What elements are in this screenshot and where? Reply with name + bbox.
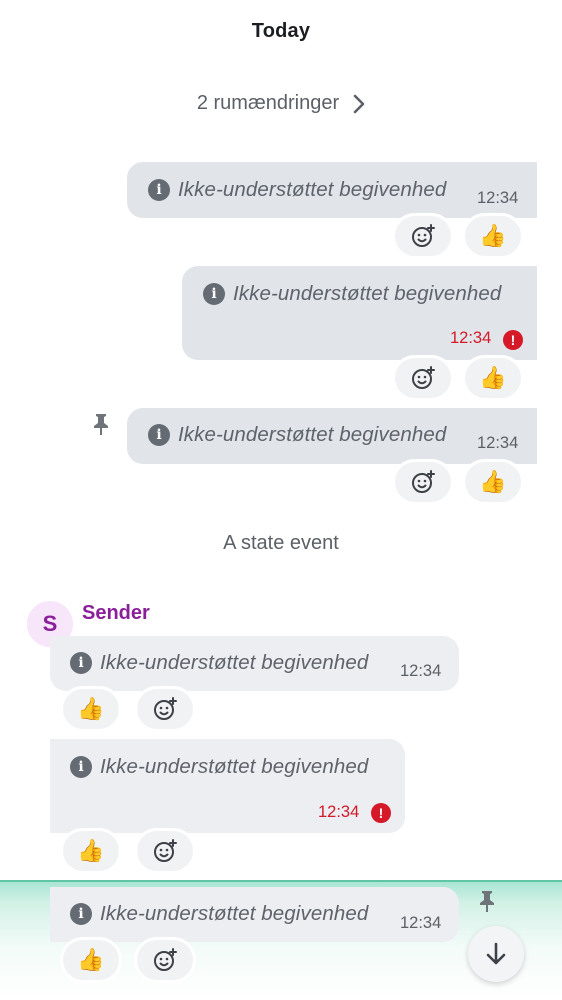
message-content: i Ikke-understøttet begivenhed <box>70 902 368 926</box>
add-reaction-icon <box>154 948 177 971</box>
info-icon: i <box>148 424 170 446</box>
thumbs-up-icon: 👍 <box>77 947 105 973</box>
message-content: i Ikke-understøttet begivenhed <box>148 423 446 447</box>
sender-name[interactable]: Sender <box>82 602 150 625</box>
message-timestamp: 12:34 <box>400 914 442 932</box>
scroll-to-bottom-button[interactable] <box>468 926 524 982</box>
reaction-thumbs-up[interactable]: 👍 <box>60 828 122 874</box>
thumbs-up-icon: 👍 <box>77 838 105 864</box>
info-icon: i <box>70 652 92 674</box>
add-reaction-icon <box>412 224 435 247</box>
add-reaction-button[interactable] <box>392 459 454 505</box>
reaction-thumbs-up[interactable]: 👍 <box>462 459 524 505</box>
message-content: i Ikke-understøttet begivenhed <box>70 755 368 779</box>
info-icon: i <box>70 756 92 778</box>
arrow-down-icon <box>486 942 506 965</box>
date-separator: Today <box>251 20 311 42</box>
message-content: i Ikke-understøttet begivenhed <box>148 178 446 202</box>
error-icon[interactable]: ! <box>371 803 391 823</box>
pin-icon <box>480 891 494 912</box>
pin-icon <box>94 414 108 435</box>
message-timestamp: 12:34 <box>477 434 519 452</box>
reaction-thumbs-up[interactable]: 👍 <box>60 686 122 732</box>
add-reaction-icon <box>412 366 435 389</box>
message-text: Ikke-understøttet begivenhed <box>233 282 502 305</box>
thumbs-up-icon: 👍 <box>77 696 105 722</box>
add-reaction-icon <box>412 470 435 493</box>
add-reaction-icon <box>154 839 177 862</box>
add-reaction-button[interactable] <box>134 828 196 874</box>
reaction-thumbs-up[interactable]: 👍 <box>462 355 524 401</box>
message-timestamp-error: 12:34 <box>318 803 360 821</box>
reaction-thumbs-up[interactable]: 👍 <box>60 937 122 983</box>
thumbs-up-icon: 👍 <box>479 469 507 495</box>
message-text: Ikke-understøttet begivenhed <box>178 178 447 201</box>
message-text: Ikke-understøttet begivenhed <box>100 755 369 778</box>
thumbs-up-icon: 👍 <box>479 223 507 249</box>
add-reaction-button[interactable] <box>134 937 196 983</box>
add-reaction-button[interactable] <box>392 355 454 401</box>
reaction-thumbs-up[interactable]: 👍 <box>462 213 524 259</box>
message-text: Ikke-understøttet begivenhed <box>100 902 369 925</box>
avatar-initial: S <box>42 611 58 636</box>
info-icon: i <box>203 283 225 305</box>
message-content: i Ikke-understøttet begivenhed <box>70 651 368 675</box>
room-changes-summary[interactable]: 2 rumændringer <box>0 92 562 115</box>
error-icon[interactable]: ! <box>503 330 523 350</box>
info-icon: i <box>70 903 92 925</box>
add-reaction-button[interactable] <box>134 686 196 732</box>
message-timestamp-error: 12:34 <box>450 329 492 347</box>
thumbs-up-icon: 👍 <box>479 365 507 391</box>
message-text: Ikke-understøttet begivenhed <box>100 651 369 674</box>
state-event-label: A state event <box>223 532 339 554</box>
room-changes-label: 2 rumændringer <box>196 92 340 114</box>
add-reaction-button[interactable] <box>392 213 454 259</box>
message-timestamp: 12:34 <box>400 662 442 680</box>
chevron-right-icon <box>353 94 365 113</box>
message-text: Ikke-understøttet begivenhed <box>178 423 447 446</box>
info-icon: i <box>148 179 170 201</box>
message-content: i Ikke-understøttet begivenhed <box>203 282 501 306</box>
add-reaction-icon <box>154 697 177 720</box>
message-timestamp: 12:34 <box>477 189 519 207</box>
